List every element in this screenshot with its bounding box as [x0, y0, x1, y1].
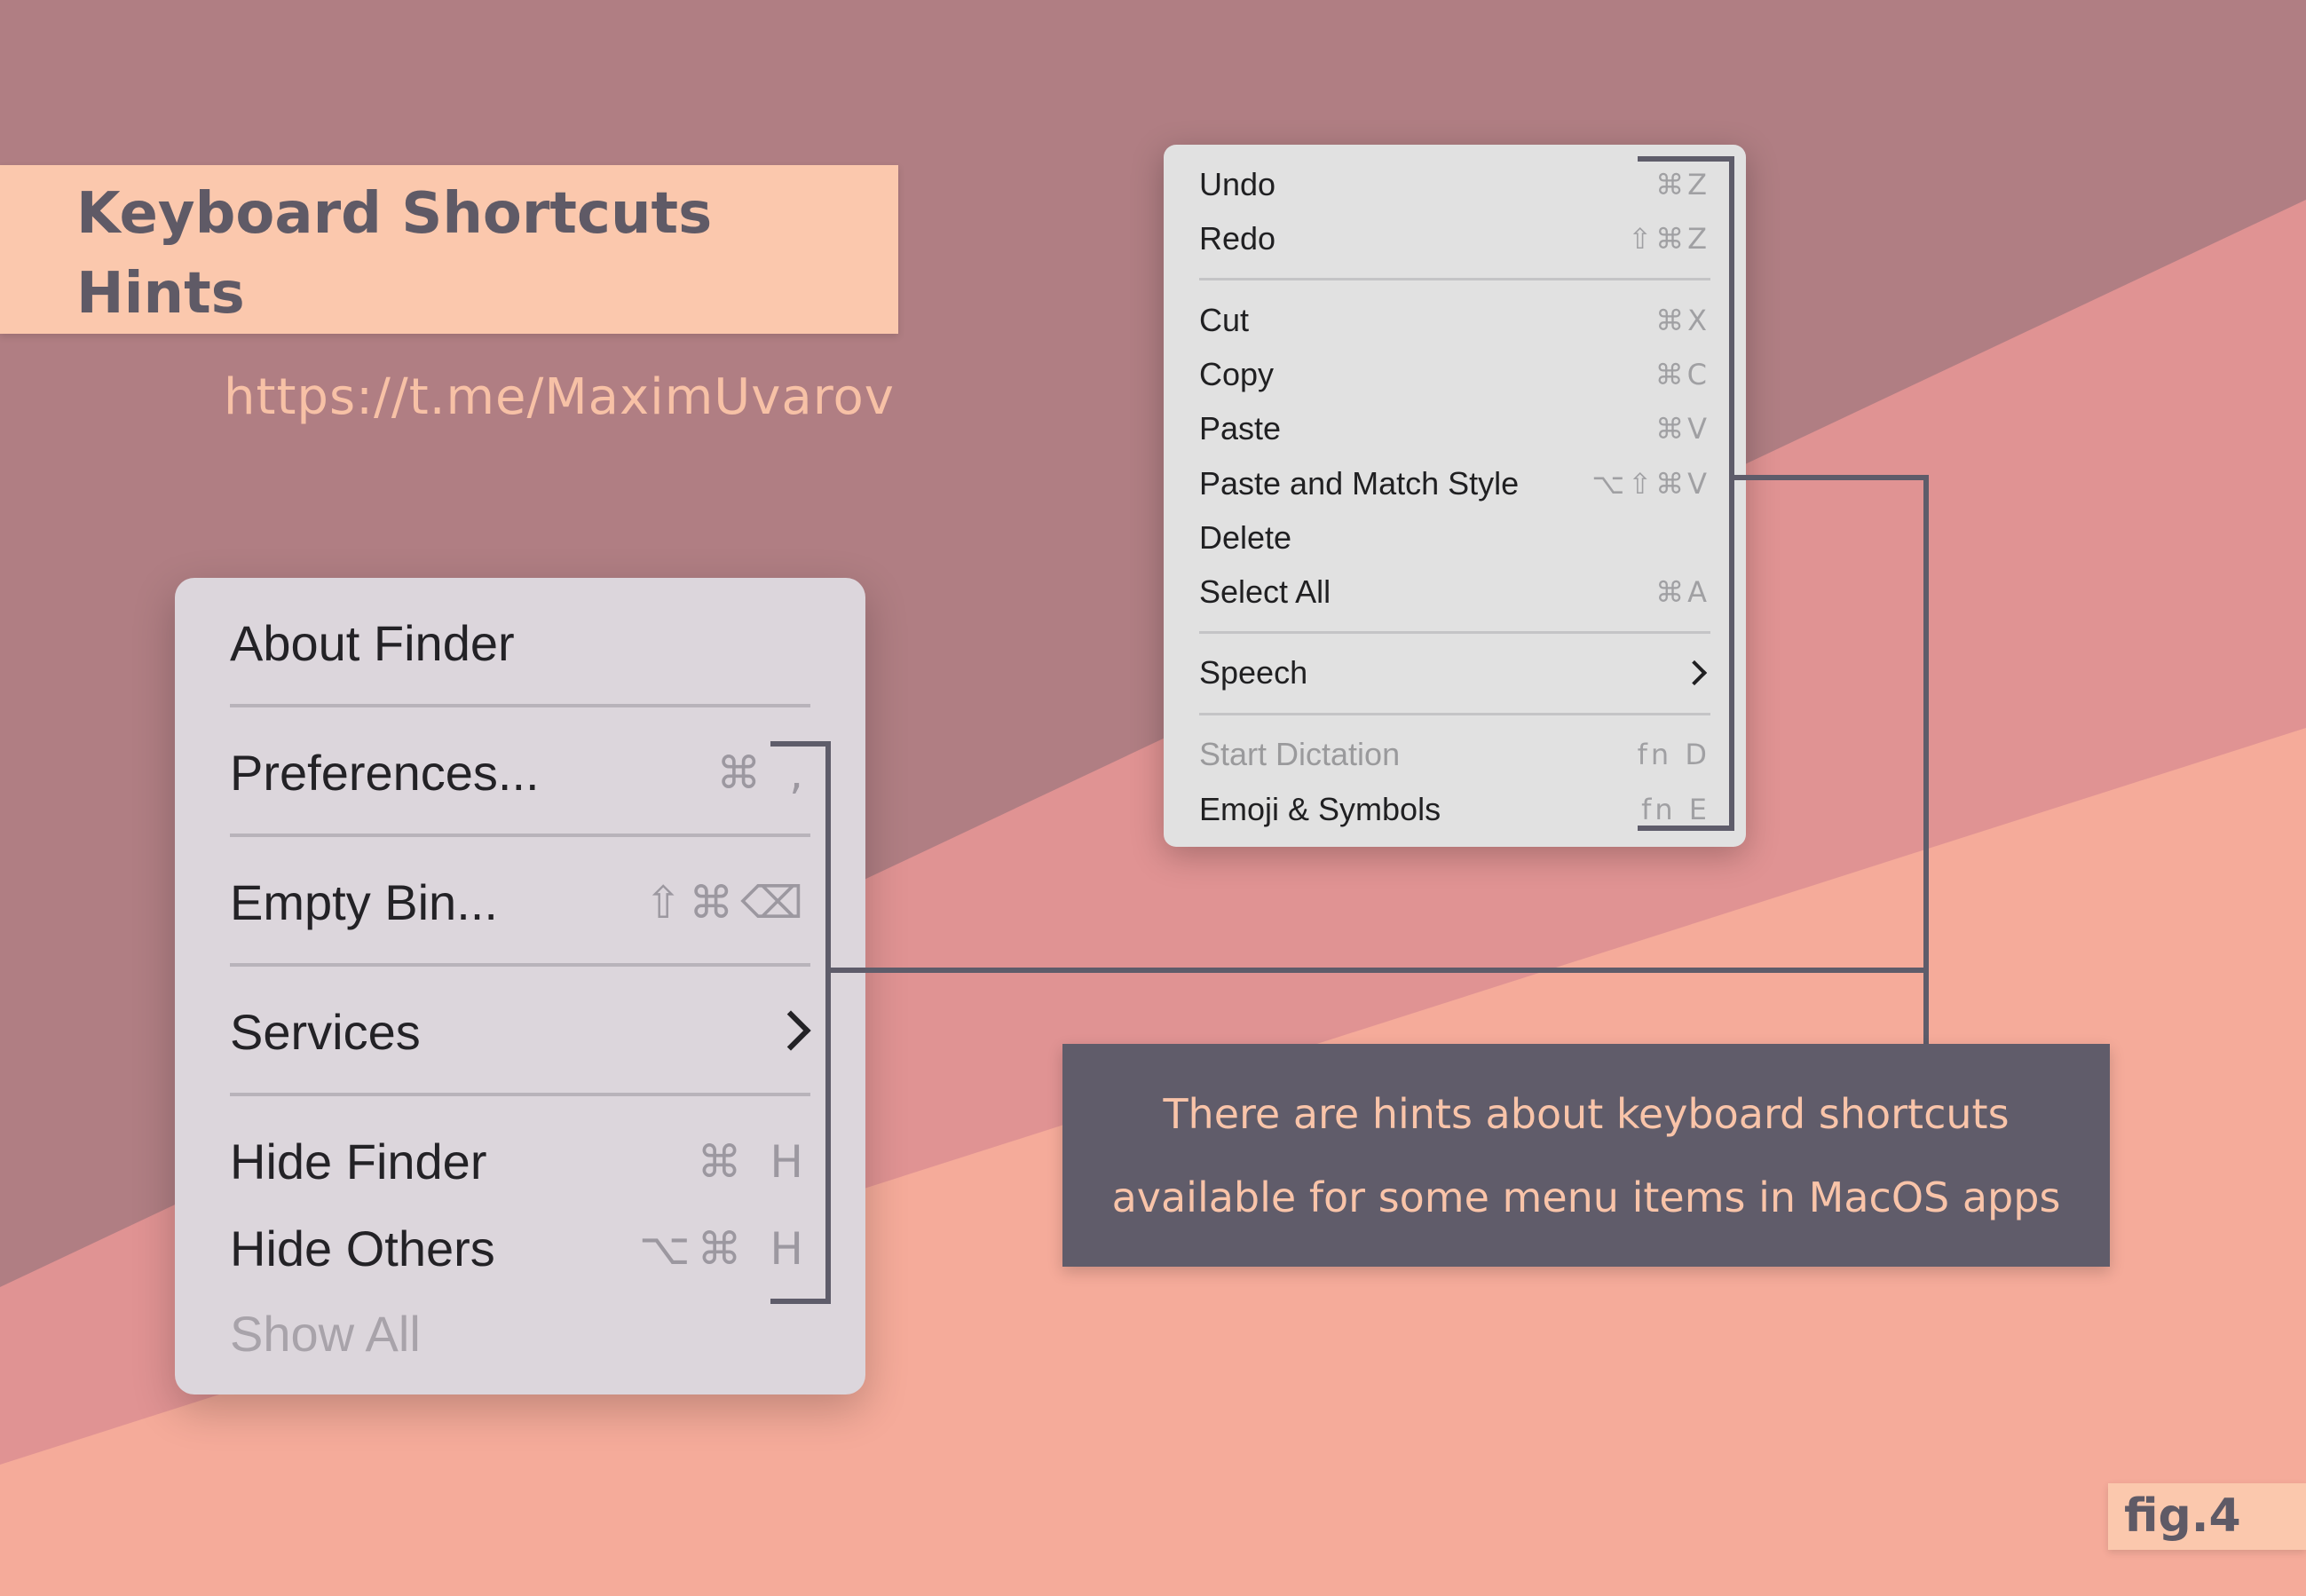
menu-item-label: About Finder: [230, 615, 515, 671]
figure-label: fig.4: [2124, 1489, 2241, 1543]
shortcut-hint: ⌥⇧⌘V: [1591, 467, 1710, 501]
menu-separator: [1199, 631, 1710, 634]
shortcut-hint: ⌘Z: [1655, 168, 1710, 201]
page-title: Keyboard Shortcuts Hints: [76, 174, 893, 334]
menu-separator: [230, 1093, 810, 1096]
author-link[interactable]: https://t.me/MaximUvarov: [224, 368, 895, 426]
chevron-right-icon: [1681, 660, 1708, 686]
menu-item-label: Copy: [1199, 356, 1275, 392]
menu-item-show-all: Show All: [230, 1299, 810, 1370]
finder-app-menu: About Finder Preferences... ⌘ , Empty Bi…: [175, 578, 865, 1395]
menu-item-paste[interactable]: Paste ⌘V: [1199, 402, 1710, 455]
menu-item-label: Paste: [1199, 410, 1282, 446]
menu-item-label: Speech: [1199, 654, 1308, 691]
shortcut-hint: ⌥⌘ H: [638, 1223, 810, 1275]
menu-item-preferences[interactable]: Preferences... ⌘ ,: [230, 738, 810, 809]
menu-item-label: Emoji & Symbols: [1199, 791, 1441, 827]
menu-item-empty-bin[interactable]: Empty Bin... ⇧⌘⌫: [230, 867, 810, 938]
menu-item-services[interactable]: Services: [230, 997, 811, 1068]
menu-separator: [1199, 278, 1710, 280]
page-title-line2: Hints: [76, 261, 245, 327]
page-title-line1: Keyboard Shortcuts: [76, 181, 713, 247]
menu-item-label: Hide Others: [230, 1221, 495, 1276]
menu-separator: [230, 963, 810, 967]
menu-item-label: Paste and Match Style: [1199, 465, 1520, 502]
shortcut-hint: fn D: [1637, 738, 1710, 771]
hint-text-line1: There are hints about keyboard shortcuts: [1163, 1089, 2010, 1138]
menu-item-start-dictation: Start Dictation fn D: [1199, 728, 1710, 781]
menu-item-hide-others[interactable]: Hide Others ⌥⌘ H: [230, 1213, 810, 1284]
menu-separator: [1199, 713, 1710, 715]
menu-item-emoji-and-symbols[interactable]: Emoji & Symbols fn E: [1199, 783, 1710, 836]
menu-item-select-all[interactable]: Select All ⌘A: [1199, 565, 1710, 619]
menu-separator: [230, 834, 810, 837]
shortcut-hint: ⇧⌘Z: [1628, 222, 1710, 256]
menu-item-label: Preferences...: [230, 745, 540, 801]
menu-item-label: Cut: [1199, 302, 1250, 338]
title-banner: Keyboard Shortcuts Hints: [0, 165, 898, 334]
chevron-right-icon: [770, 1010, 811, 1051]
shortcut-hint: ⌘A: [1655, 575, 1710, 609]
shortcut-hint: ⌘ ,: [716, 747, 810, 799]
menu-item-label: Undo: [1199, 166, 1276, 202]
menu-item-delete[interactable]: Delete: [1199, 511, 1710, 565]
menu-item-label: Delete: [1199, 519, 1292, 556]
menu-item-redo[interactable]: Redo ⇧⌘Z: [1199, 212, 1710, 265]
shortcut-hint: ⌘V: [1655, 412, 1710, 446]
menu-item-label: Show All: [230, 1306, 421, 1362]
menu-separator: [230, 704, 810, 707]
hint-callout: There are hints about keyboard shortcuts…: [1062, 1044, 2110, 1267]
menu-item-undo[interactable]: Undo ⌘Z: [1199, 158, 1710, 211]
shortcut-hint: ⌘C: [1654, 358, 1710, 391]
shortcut-hint: ⇧⌘⌫: [644, 877, 810, 928]
menu-item-paste-and-match-style[interactable]: Paste and Match Style ⌥⇧⌘V: [1199, 457, 1710, 510]
menu-item-cut[interactable]: Cut ⌘X: [1199, 294, 1710, 347]
shortcut-hint: fn E: [1641, 793, 1710, 826]
menu-item-speech[interactable]: Speech: [1199, 646, 1710, 699]
shortcut-hint: ⌘X: [1655, 304, 1710, 337]
menu-item-about-finder[interactable]: About Finder: [230, 608, 810, 679]
menu-item-label: Start Dictation: [1199, 736, 1401, 772]
edit-menu: Undo ⌘Z Redo ⇧⌘Z Cut ⌘X Copy ⌘C Paste ⌘V…: [1164, 145, 1746, 847]
hint-text-line2: available for some menu items in MacOS a…: [1111, 1173, 2061, 1221]
menu-item-label: Select All: [1199, 573, 1331, 610]
menu-item-label: Hide Finder: [230, 1134, 487, 1189]
menu-item-copy[interactable]: Copy ⌘C: [1199, 348, 1710, 401]
menu-item-label: Redo: [1199, 220, 1276, 257]
menu-item-label: Services: [230, 1004, 421, 1060]
menu-item-hide-finder[interactable]: Hide Finder ⌘ H: [230, 1126, 810, 1197]
shortcut-hint: ⌘ H: [697, 1136, 810, 1188]
figure-label-box: fig.4: [2108, 1483, 2306, 1550]
menu-item-label: Empty Bin...: [230, 874, 498, 930]
